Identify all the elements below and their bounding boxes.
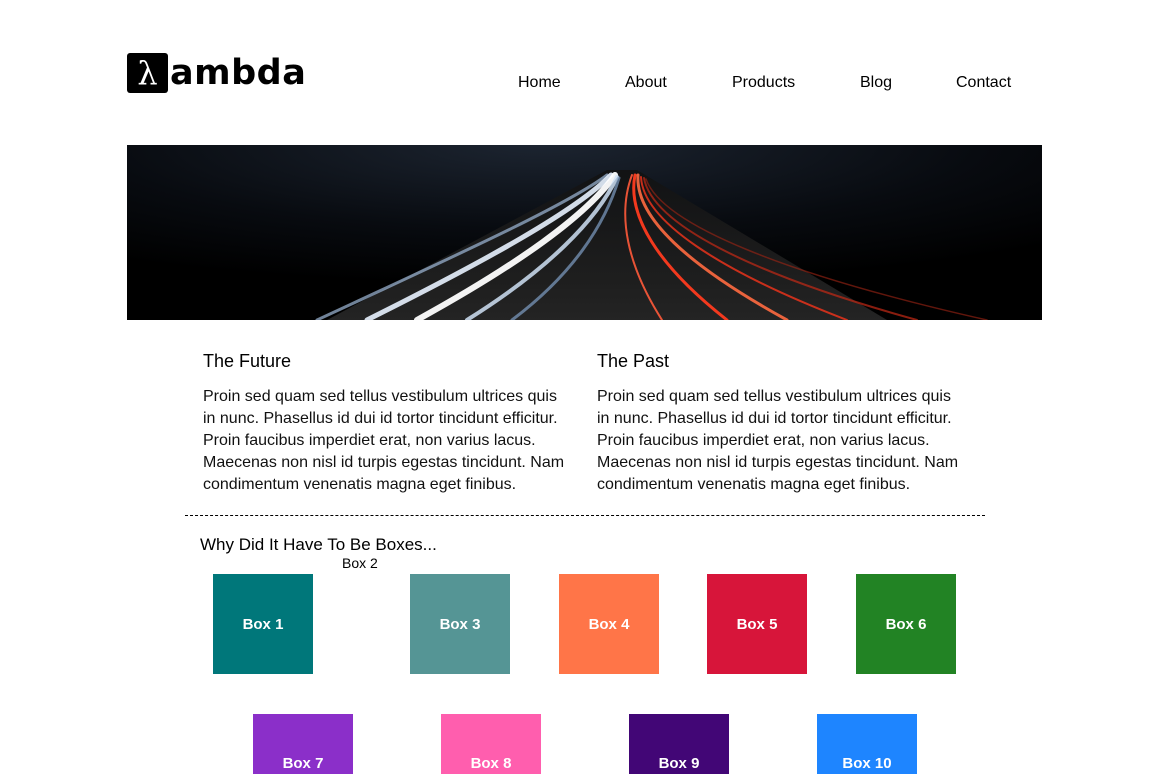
box-10: Box 10 [817, 714, 917, 774]
boxes-heading: Why Did It Have To Be Boxes... [200, 535, 437, 554]
box-4-label: Box 4 [588, 615, 630, 633]
box-5: Box 5 [707, 574, 807, 674]
nav-products-link[interactable]: Products [732, 74, 795, 92]
hero-image [127, 145, 1042, 320]
box-9: Box 9 [629, 714, 729, 774]
box-7-label: Box 7 [282, 755, 324, 772]
section-future-title: The Future [203, 351, 292, 371]
section-future-body: Proin sed quam sed tellus vestibulum ult… [203, 388, 565, 493]
page: λ ambda Home About Products Blog Contact [0, 0, 1170, 774]
nav-contact-link[interactable]: Contact [956, 74, 1011, 92]
logo-text: ambda [170, 53, 307, 93]
lambda-logo-icon: λ [127, 53, 168, 93]
section-past-body: Proin sed quam sed tellus vestibulum ult… [597, 388, 959, 493]
box-1-label: Box 1 [242, 615, 284, 633]
box-3-label: Box 3 [439, 615, 481, 633]
nav-blog-link[interactable]: Blog [860, 74, 892, 92]
dashed-divider [185, 515, 985, 516]
box-6-label: Box 6 [885, 615, 927, 633]
box-3: Box 3 [410, 574, 510, 674]
logo[interactable]: λ ambda [127, 53, 306, 93]
section-future: The Future Proin sed quam sed tellus ves… [203, 350, 573, 496]
box-8: Box 8 [441, 714, 541, 774]
section-past: The Past Proin sed quam sed tellus vesti… [597, 350, 967, 496]
box-7: Box 7 [253, 714, 353, 774]
box-5-label: Box 5 [736, 615, 778, 633]
box-4: Box 4 [559, 574, 659, 674]
box-8-label: Box 8 [470, 755, 512, 772]
nav-home-link[interactable]: Home [518, 74, 561, 92]
box-6: Box 6 [856, 574, 956, 674]
nav-about-link[interactable]: About [625, 74, 667, 92]
box-2-label: Box 2 [342, 555, 378, 571]
box-9-label: Box 9 [658, 755, 700, 772]
box-1: Box 1 [213, 574, 313, 674]
box-10-label: Box 10 [842, 755, 892, 772]
section-past-title: The Past [597, 351, 670, 371]
